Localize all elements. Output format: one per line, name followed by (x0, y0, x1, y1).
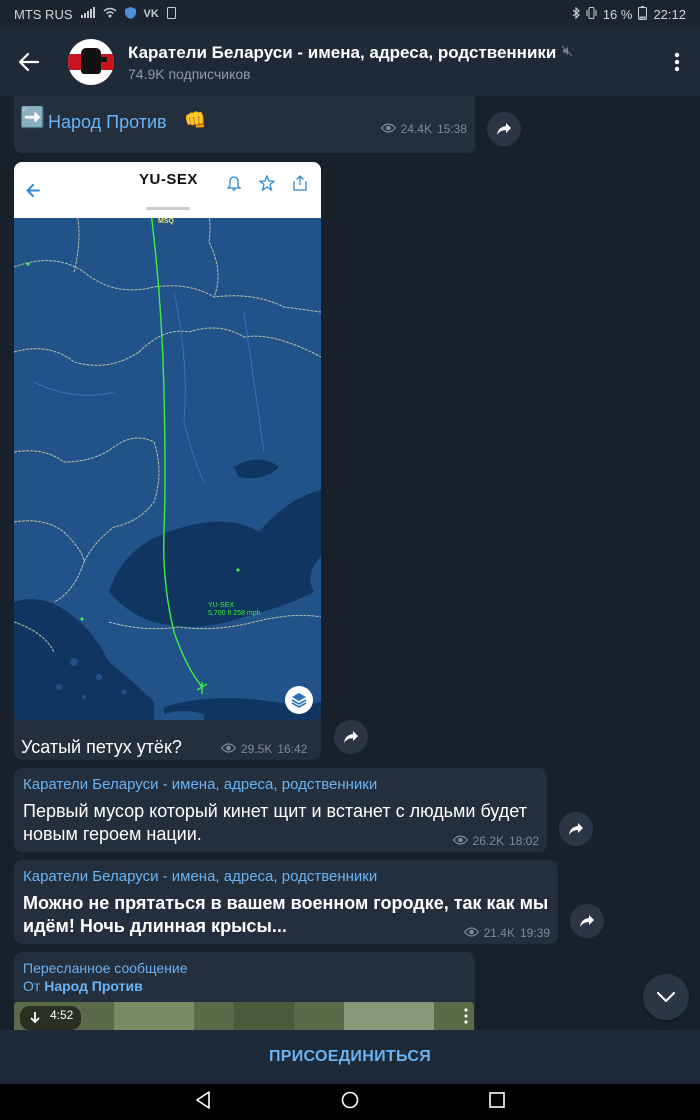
back-button[interactable] (0, 28, 58, 96)
nav-home-icon[interactable] (341, 1091, 359, 1114)
download-icon (28, 1011, 42, 1028)
battery-icon (638, 5, 648, 23)
battery-label: 16 % (602, 6, 633, 22)
sender-name[interactable]: Каратели Беларуси - имена, адреса, родст… (23, 868, 377, 885)
video-duration: 4:52 (50, 1008, 74, 1022)
video-thumbnail[interactable]: 4:52 (14, 1002, 474, 1030)
fist-emoji: 👊 (184, 110, 207, 130)
link-prefix: ➡️ (20, 107, 45, 129)
scroll-down-button[interactable] (643, 974, 689, 1020)
sender-name[interactable]: Каратели Беларуси - имена, адреса, родст… (23, 776, 377, 793)
share-button[interactable] (487, 112, 521, 146)
channel-title: Каратели Беларуси - имена, адреса, родст… (128, 43, 654, 63)
views-icon (452, 834, 468, 848)
flight-callsign: YU-SEX (208, 602, 235, 609)
bell-icon (226, 175, 242, 196)
more-vert-icon (674, 52, 680, 72)
map-screenshot[interactable]: MSQ YU-SEX 5,700 ft 258 mph YU-SEX (14, 162, 321, 720)
aircraft-registration: YU-SEX (139, 171, 198, 188)
share-icon (344, 731, 358, 743)
view-count: 21.4K (483, 926, 515, 940)
origin-label: MSQ (158, 218, 174, 225)
view-count: 26.2K (472, 834, 504, 848)
message-bubble: ➡️ Народ Против 👊 24.4K 15:38 (14, 96, 475, 153)
shield-icon (124, 6, 136, 22)
more-menu-button[interactable] (654, 28, 700, 96)
layers-icon (285, 686, 313, 714)
share-button[interactable] (334, 720, 368, 754)
message-time: 16:42 (277, 742, 308, 756)
video-menu-icon[interactable] (464, 1008, 468, 1029)
chat-area[interactable]: ➡️ Народ Против 👊 24.4K 15:38 MSQ YU-SEX… (0, 96, 700, 1030)
drag-handle (146, 207, 190, 210)
map-app-bar: YU-SEX (14, 162, 321, 218)
forwarded-from[interactable]: От Народ Против (23, 978, 143, 994)
map-back-icon (16, 183, 50, 197)
message-meta: 21.4K 19:39 (463, 926, 550, 940)
channel-title-text: Каратели Беларуси - имена, адреса, родст… (128, 42, 557, 62)
arrow-left-icon (19, 53, 39, 71)
map-caption: Усатый петух утёк? (21, 737, 182, 757)
message-time: 19:39 (519, 926, 550, 940)
views-icon (380, 122, 396, 136)
message-time: 15:38 (436, 122, 467, 136)
channel-avatar[interactable] (68, 39, 114, 85)
map-image (14, 162, 321, 720)
flight-label: YU-SEX 5,700 ft 258 mph (208, 602, 261, 618)
views-icon (220, 742, 237, 756)
nav-recents-icon[interactable] (489, 1091, 505, 1113)
message-meta: 26.2K 18:02 (452, 834, 539, 848)
join-button[interactable]: ПРИСОЕДИНИТЬСЯ (269, 1048, 431, 1066)
upload-icon (293, 175, 307, 196)
subscriber-count: 74.9K подписчиков (128, 65, 251, 82)
signal-icon (80, 7, 95, 21)
bluetooth-icon (572, 6, 580, 22)
message-bubble: Каратели Беларуси - имена, адреса, родст… (14, 768, 547, 852)
share-icon (497, 123, 511, 135)
status-bar: MTS RUS VK 16 % 22:12 (0, 0, 700, 28)
join-bar: ПРИСОЕДИНИТЬСЯ (0, 1030, 700, 1084)
phone-icon (166, 6, 176, 22)
channel-link[interactable]: Народ Против (48, 112, 167, 133)
view-count: 29.5K (241, 742, 273, 756)
chevron-down-icon (657, 992, 675, 1002)
share-button[interactable] (559, 812, 593, 846)
share-icon (580, 915, 594, 927)
muted-icon (562, 45, 573, 59)
clock-label: 22:12 (653, 6, 686, 22)
vk-icon: VK (143, 8, 159, 20)
message-meta: 29.5K 16:42 (220, 742, 308, 756)
nav-back-icon[interactable] (195, 1090, 211, 1114)
message-bubble: Каратели Беларуси - имена, адреса, родст… (14, 860, 558, 944)
carrier-label: MTS RUS (14, 6, 73, 22)
star-icon (258, 174, 276, 196)
from-name: Народ Против (44, 978, 143, 994)
channel-info[interactable]: Каратели Беларуси - имена, адреса, родст… (128, 43, 654, 82)
system-nav-bar (0, 1084, 700, 1120)
message-time: 18:02 (508, 834, 539, 848)
vibrate-icon (586, 6, 597, 22)
share-icon (569, 823, 583, 835)
message-meta: 24.4K 15:38 (380, 122, 467, 136)
wifi-icon (103, 7, 117, 21)
view-count: 24.4K (400, 122, 432, 136)
flight-details: 5,700 ft 258 mph (208, 610, 261, 617)
views-icon (463, 926, 479, 940)
from-prefix: От (23, 978, 41, 994)
channel-header: Каратели Беларуси - имена, адреса, родст… (0, 28, 700, 96)
share-button[interactable] (570, 904, 604, 938)
forwarded-label: Пересланное сообщение (23, 960, 188, 976)
video-info-badge: 4:52 (20, 1006, 82, 1030)
